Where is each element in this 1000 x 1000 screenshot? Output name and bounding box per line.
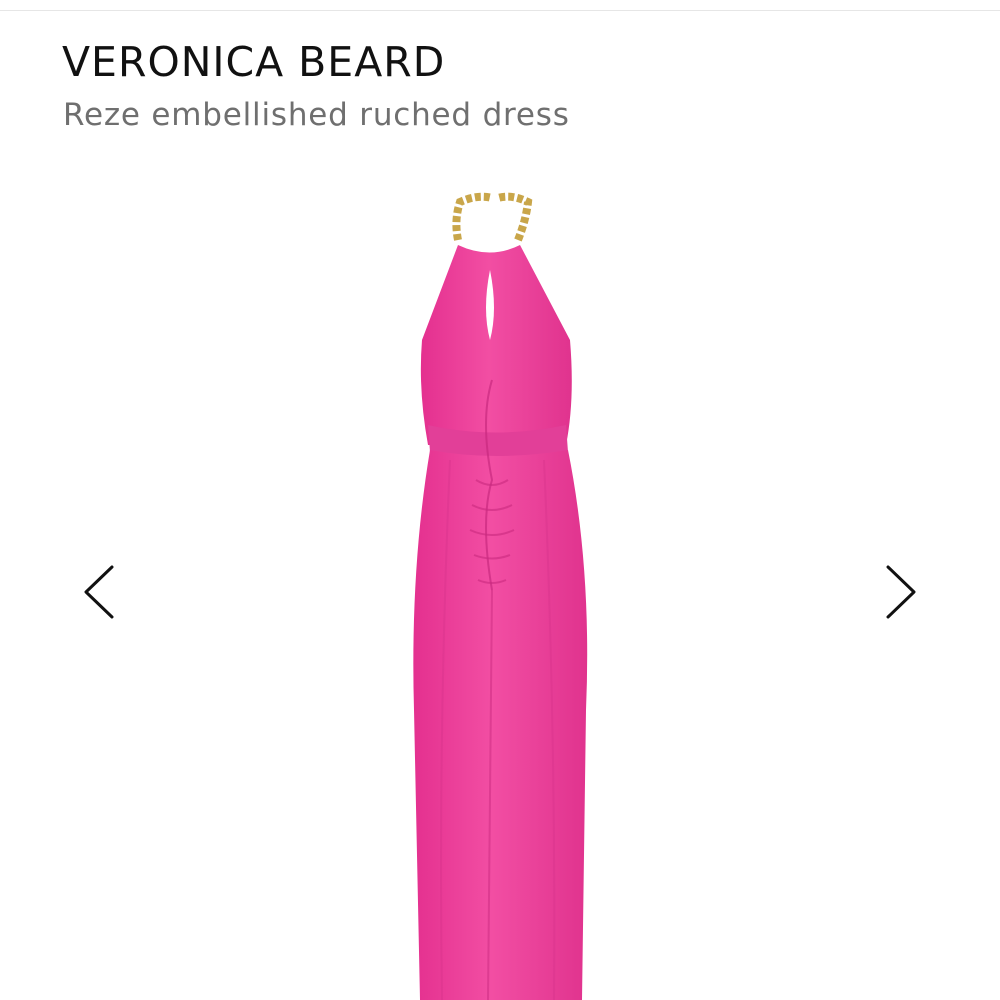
header-divider (0, 10, 1000, 11)
dress-illustration (413, 192, 588, 1000)
brand-name[interactable]: VERONICA BEARD (62, 38, 445, 86)
product-image[interactable] (380, 190, 620, 1000)
gallery-prev-button[interactable] (80, 562, 120, 622)
gallery-next-button[interactable] (880, 562, 920, 622)
chevron-left-icon (84, 565, 114, 619)
product-gallery (0, 160, 1000, 1000)
product-title: Reze embellished ruched dress (63, 97, 570, 133)
chevron-right-icon (886, 565, 916, 619)
